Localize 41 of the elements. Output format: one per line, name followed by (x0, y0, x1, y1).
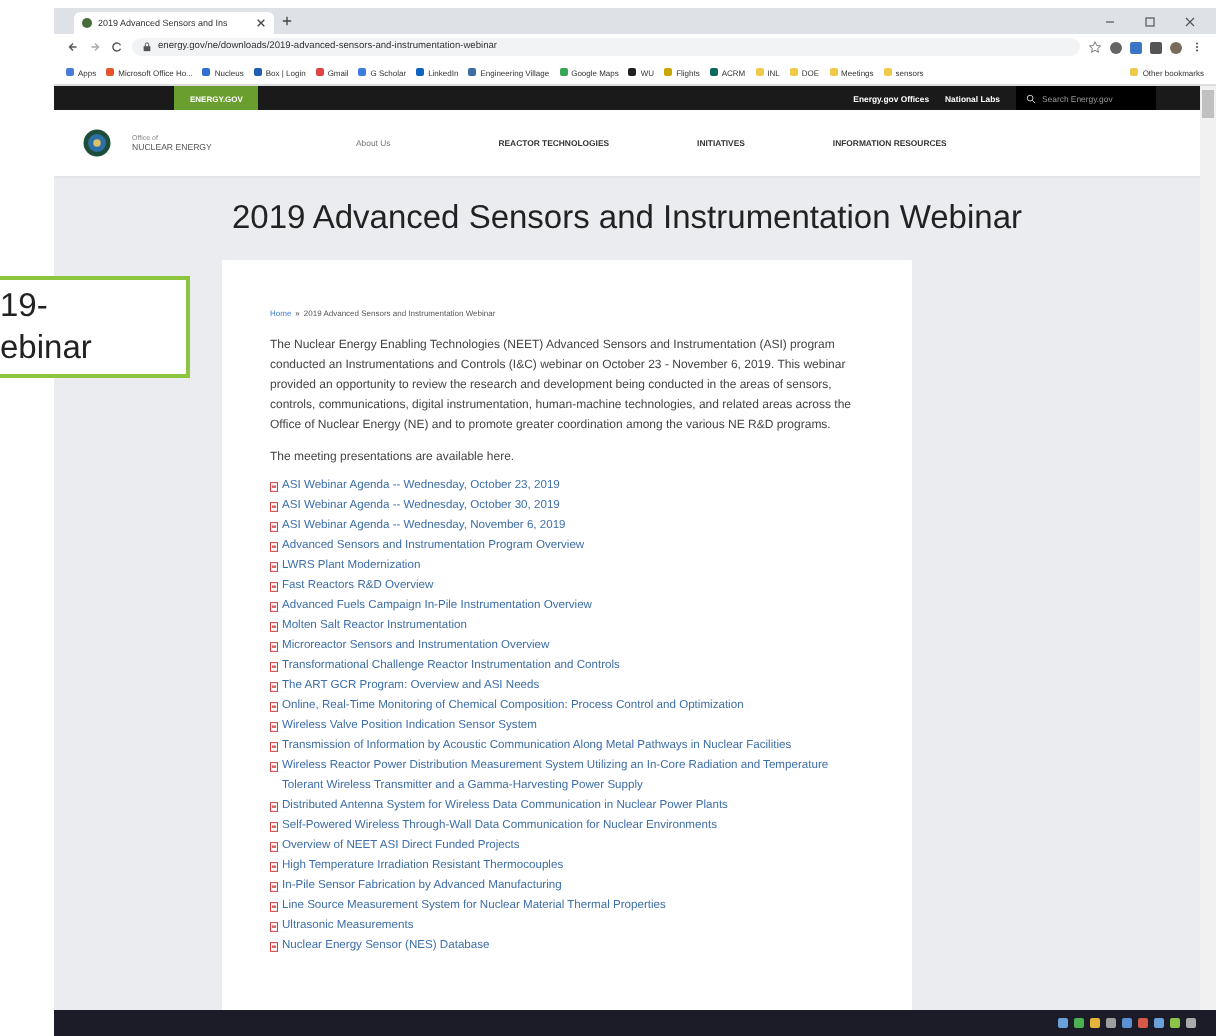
pdf-icon (270, 721, 278, 731)
pdf-icon (270, 621, 278, 631)
pdf-icon (270, 801, 278, 811)
star-icon[interactable] (1088, 40, 1102, 54)
site-favicon (82, 18, 92, 28)
pdf-icon (270, 661, 278, 671)
pdf-icon (270, 901, 278, 911)
pdf-icon (270, 561, 278, 571)
page-title: 2019 Advanced Sensors and Instrumentation Webinar (231, 200, 1023, 240)
seal-logo[interactable] (82, 128, 112, 158)
maximize-icon[interactable] (1144, 15, 1156, 27)
pdf-icon (270, 501, 278, 511)
pdf-icon (270, 541, 278, 551)
callout-text: 19- (0, 285, 48, 327)
profile-avatar[interactable] (1170, 41, 1182, 53)
pdf-icon (270, 481, 278, 491)
reload-icon[interactable] (110, 40, 124, 54)
pdf-icon (270, 641, 278, 651)
new-tab-icon[interactable] (282, 16, 292, 26)
pdf-icon (270, 681, 278, 691)
pdf-icon (270, 841, 278, 851)
pdf-icon (270, 821, 278, 831)
callout-text: ebinar (0, 327, 92, 369)
pdf-icon (270, 701, 278, 711)
close-icon[interactable] (256, 18, 266, 28)
scrollbar[interactable] (1200, 86, 1216, 1010)
search-icon (1026, 93, 1036, 103)
pdf-icon (270, 581, 278, 591)
back-icon[interactable] (66, 40, 80, 54)
close-icon[interactable] (1184, 15, 1196, 27)
minimize-icon[interactable] (1104, 15, 1116, 27)
pdf-icon (270, 921, 278, 931)
lock-icon (142, 42, 152, 52)
pdf-icon (270, 861, 278, 871)
pdf-icon (270, 881, 278, 891)
forward-icon[interactable] (88, 40, 102, 54)
pdf-icon (270, 741, 278, 751)
pdf-icon (270, 941, 278, 951)
pdf-icon (270, 761, 278, 771)
pdf-icon (270, 521, 278, 531)
pdf-icon (270, 601, 278, 611)
